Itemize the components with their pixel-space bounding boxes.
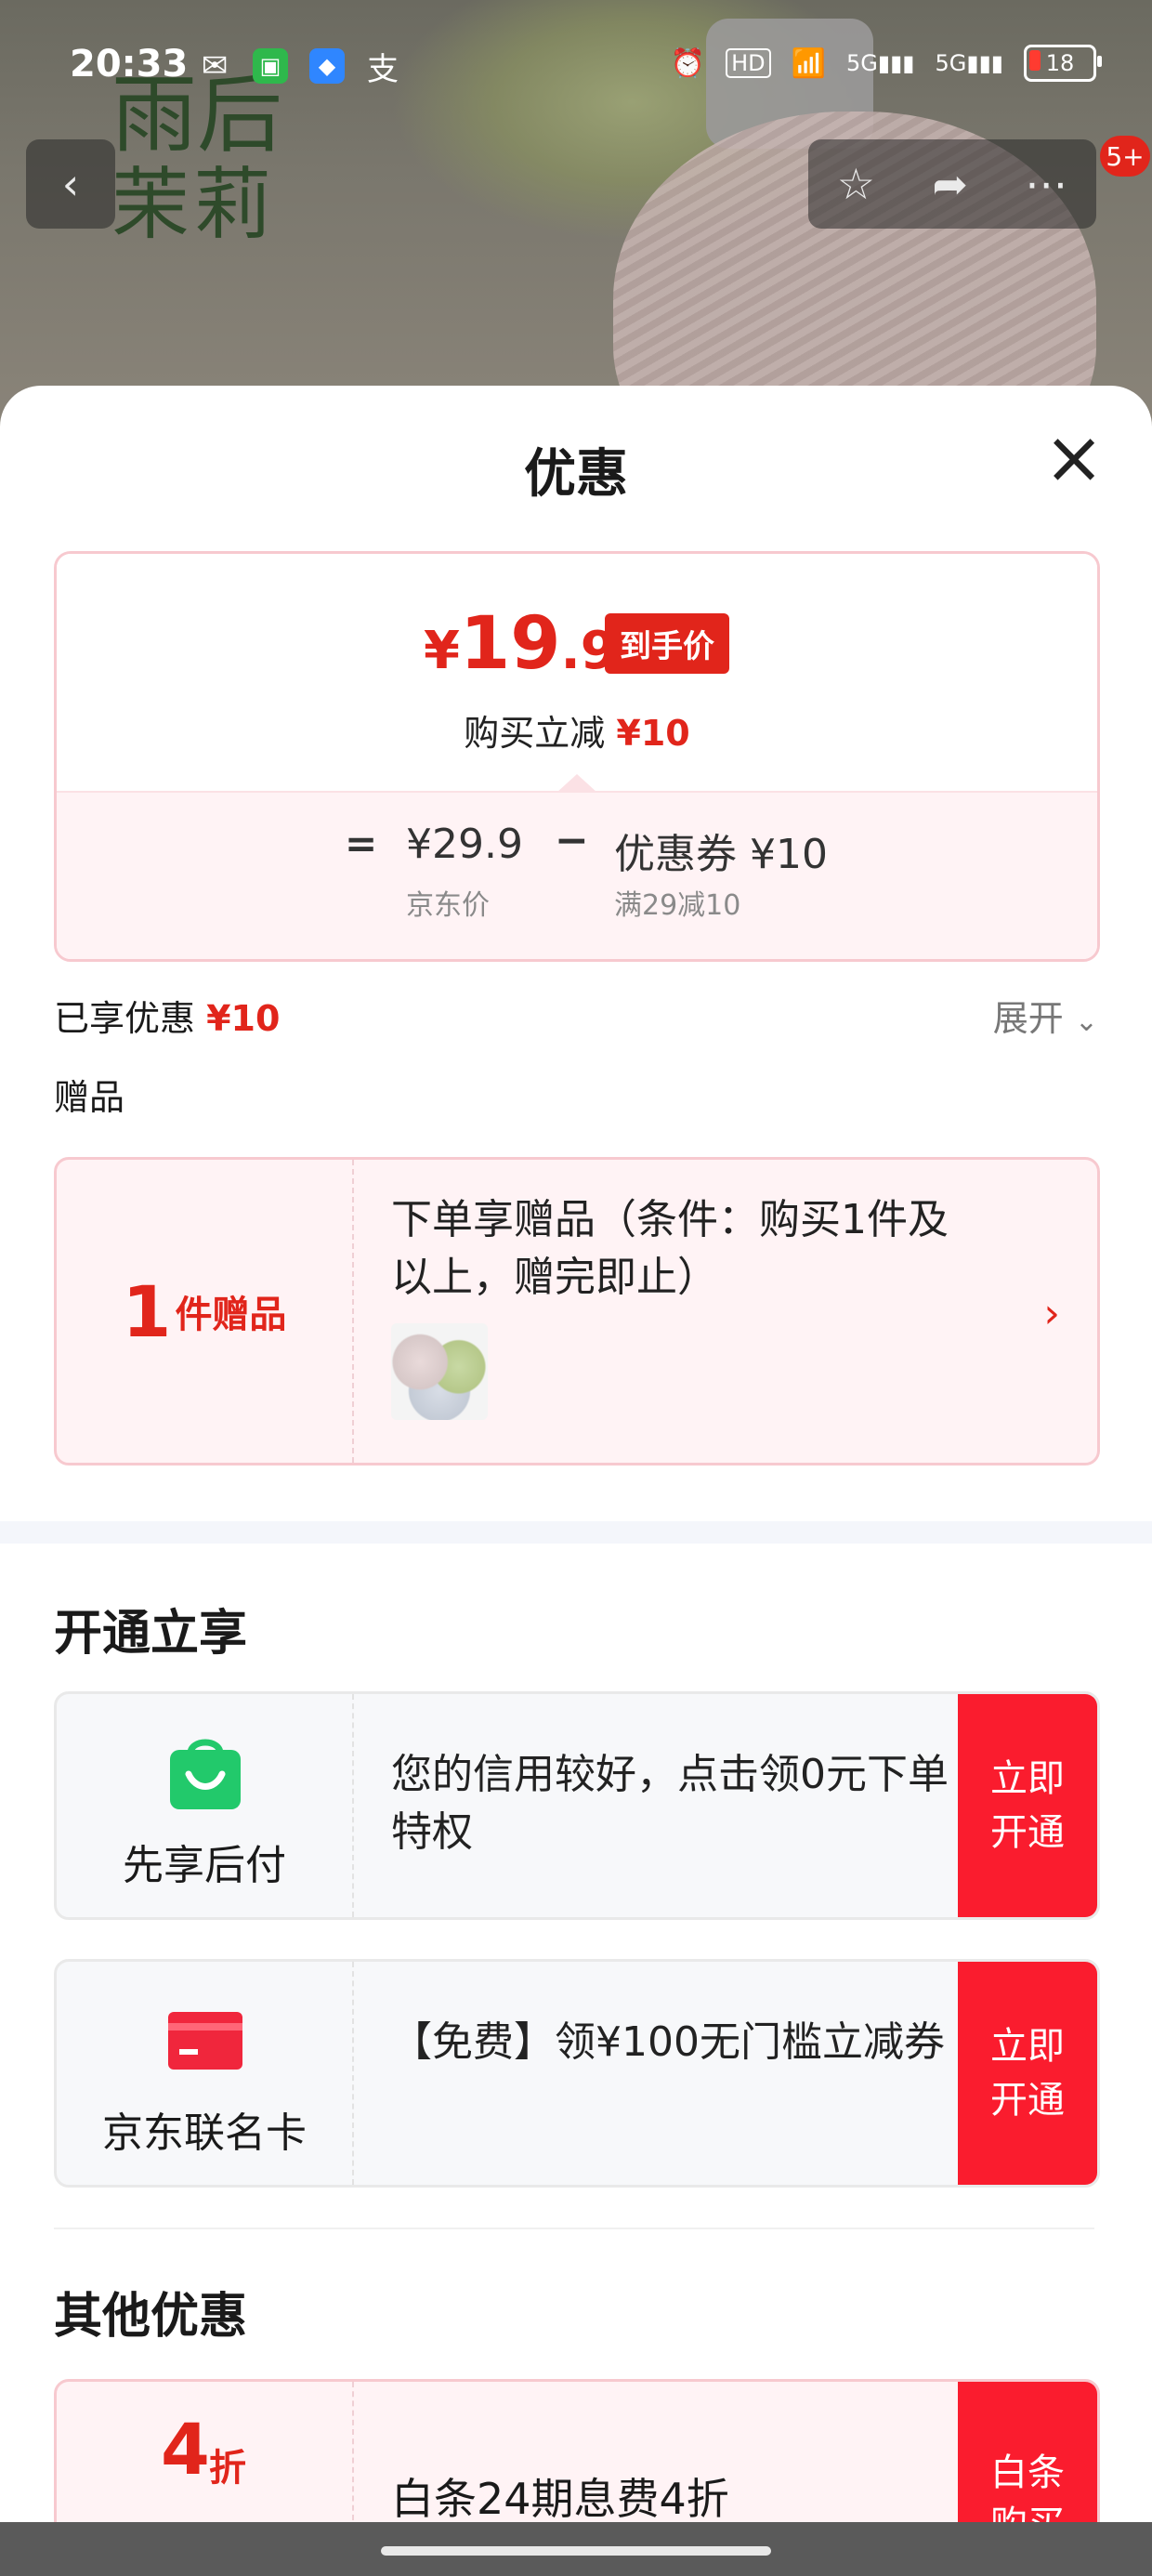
- status-bar: 20:33 ✉ ▣ ◆ 支 ⏰ HD 📶 5G▮▮▮ 5G▮▮▮ 18: [0, 0, 1152, 139]
- coupon-value: 优惠券 ¥10: [614, 831, 828, 878]
- gift-card[interactable]: 1 件赠品 下单享赠品（条件：购买1件及以上，赠完即止） ›: [54, 1157, 1100, 1465]
- section-divider-thin: [54, 2228, 1094, 2229]
- shopping-bag-icon: [170, 1739, 241, 1809]
- open-button[interactable]: 立即开通: [958, 1962, 1097, 2185]
- open-section-title: 开通立享: [54, 1606, 248, 1662]
- expand-button[interactable]: 展开 ⌄: [993, 990, 1098, 1041]
- more-icon[interactable]: ⋯: [1025, 159, 1067, 209]
- navigation-bar: [0, 2522, 1152, 2576]
- service-name: 先享后付: [123, 1842, 286, 1889]
- service-name: 京东联名卡: [102, 2109, 307, 2157]
- other-discount-description: 白条24期息费4折: [391, 2474, 729, 2523]
- hd-icon: HD: [726, 48, 771, 78]
- chevron-right-icon: ›: [1043, 1290, 1060, 1337]
- section-divider: [0, 1521, 1152, 1544]
- other-section-title: 其他优惠: [54, 2289, 248, 2345]
- final-price-tag: 到手价: [605, 613, 729, 674]
- gift-thumbnail[interactable]: [391, 1323, 488, 1420]
- alipay-icon: 支: [367, 50, 399, 88]
- gift-section-label: 赠品: [54, 1077, 125, 1118]
- service-card-xianxianghoufu[interactable]: 先享后付 您的信用较好，点击领0元下单特权 立即开通: [54, 1691, 1100, 1920]
- baitiao-buy-button[interactable]: 白条购买: [958, 2382, 1097, 2523]
- battery-level: 18: [1045, 50, 1075, 76]
- minus-sign: −: [555, 817, 589, 864]
- credit-card-icon: [168, 2012, 242, 2070]
- jd-price: ¥29.9: [406, 821, 523, 868]
- signal-1-icon: 5G▮▮▮: [846, 50, 915, 76]
- back-button[interactable]: ‹: [26, 139, 115, 229]
- top-actions: ☆ ➦ ⋯: [808, 139, 1096, 229]
- star-icon[interactable]: ☆: [837, 159, 875, 209]
- service-description: 【免费】领¥100无门槛立减券: [391, 2018, 945, 2066]
- chevron-left-icon: ‹: [61, 159, 80, 209]
- discount-badge: 4折: [57, 2382, 354, 2523]
- app-icon-green: ▣: [253, 48, 288, 84]
- chevron-down-icon: ⌄: [1074, 1005, 1098, 1038]
- status-icons: ⏰ HD 📶 5G▮▮▮ 5G▮▮▮ 18: [670, 45, 1102, 82]
- share-icon[interactable]: ➦: [932, 159, 968, 209]
- price-summary: ¥19.9 到手价 购买立减 ¥10 = ¥29.9 京东价 − 优惠券 ¥10…: [54, 551, 1100, 962]
- reduce-line: 购买立减 ¥10: [464, 713, 690, 754]
- brand-line-2: 茉莉: [111, 159, 276, 250]
- wifi-icon: 📶: [791, 46, 826, 80]
- open-button[interactable]: 立即开通: [958, 1694, 1097, 1917]
- other-discount-card[interactable]: 4折 白条24期息费4折 白条购买: [54, 2379, 1100, 2523]
- arrow-indicator: [556, 774, 597, 793]
- sheet-title: 优惠: [524, 444, 628, 505]
- final-price: ¥19.9: [424, 602, 617, 686]
- service-card-jd-card[interactable]: 京东联名卡 【免费】领¥100无门槛立减券 立即开通: [54, 1959, 1100, 2188]
- status-time: 20:33: [70, 43, 189, 85]
- home-indicator[interactable]: [381, 2546, 771, 2556]
- wechat-icon: ✉: [201, 47, 229, 85]
- coupon-rule: 满29减10: [614, 889, 741, 922]
- service-description: 您的信用较好，点击领0元下单特权: [391, 1751, 949, 1856]
- app-icon-blue: ◆: [309, 48, 345, 84]
- alarm-icon: ⏰: [670, 46, 706, 80]
- equals-sign: =: [345, 821, 378, 866]
- close-icon[interactable]: ×: [1042, 422, 1106, 494]
- battery-icon: 18: [1024, 45, 1102, 82]
- message-badge: 5+: [1100, 136, 1150, 177]
- gift-count: 1 件赠品: [57, 1160, 354, 1463]
- enjoyed-discount: 已享优惠 ¥10: [54, 998, 281, 1039]
- signal-2-icon: 5G▮▮▮: [935, 50, 1004, 76]
- jd-price-label: 京东价: [406, 889, 490, 922]
- gift-description: 下单享赠品（条件：购买1件及以上，赠完即止）: [391, 1196, 949, 1301]
- discount-sheet: 优惠 × ¥19.9 到手价 购买立减 ¥10 = ¥29.9 京东价 − 优惠…: [0, 386, 1152, 2523]
